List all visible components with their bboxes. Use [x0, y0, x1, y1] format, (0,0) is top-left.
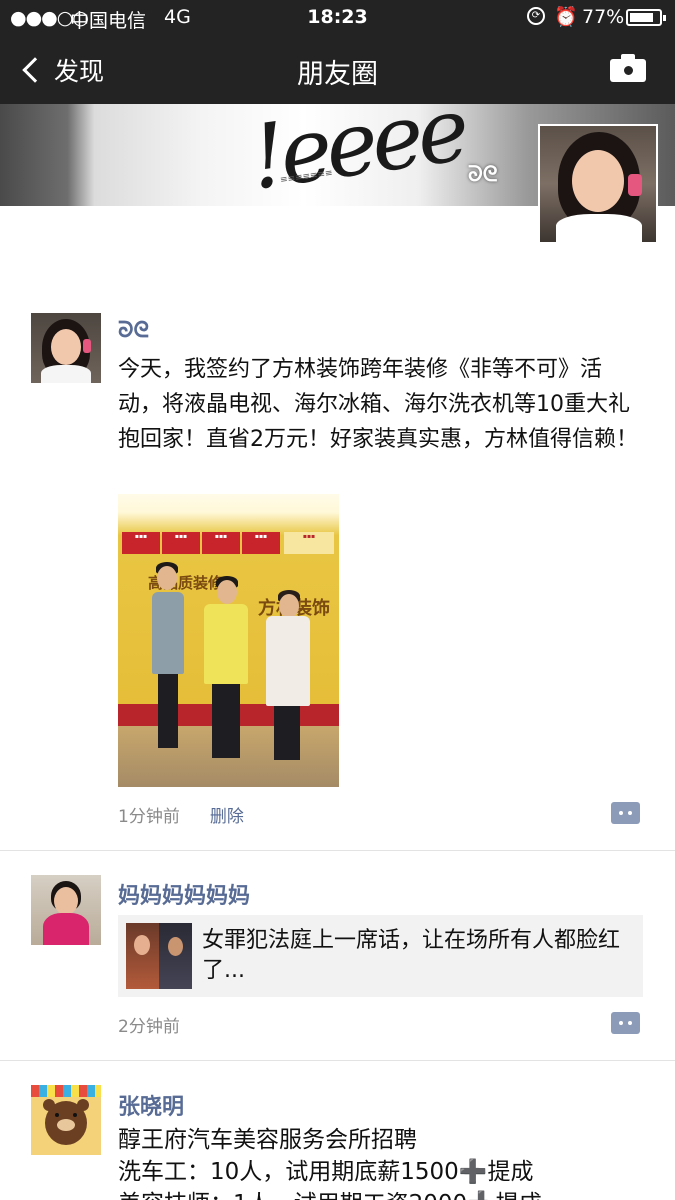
post-text-line: 美容技师：1人，试用期工资2000➕提成 [118, 1188, 638, 1200]
link-thumbnail [126, 923, 192, 989]
battery-icon [626, 9, 666, 26]
comment-icon[interactable] [611, 1012, 640, 1034]
post-meta: 1分钟前 删除 [118, 802, 244, 827]
post-text-line: 醇王府汽车美容服务会所招聘 [118, 1127, 417, 1153]
avatar[interactable] [31, 875, 101, 945]
rotation-lock-icon: ⟳ [527, 7, 545, 25]
top-bar: ●●●○○ 中国电信 4G 18:23 ⟳ ⏰ 77% 发现 朋友圈 [0, 0, 675, 104]
shared-link-card[interactable]: 女罪犯法庭上一席话，让在场所有人都脸红了... [118, 915, 643, 997]
post-author-name[interactable]: 妈妈妈妈妈妈 [118, 878, 250, 910]
cover-shirt-text: !eeee [243, 104, 470, 206]
post-author-name[interactable]: ᘐᘓ [118, 318, 149, 343]
camera-icon[interactable] [610, 54, 646, 82]
status-bar: ●●●○○ 中国电信 4G 18:23 ⟳ ⏰ 77% [0, 0, 675, 34]
nav-bar: 发现 朋友圈 [0, 34, 675, 104]
profile-avatar[interactable] [538, 124, 658, 244]
post-time: 1分钟前 [118, 807, 180, 827]
battery-percent: 77% [582, 6, 625, 28]
alarm-icon: ⏰ [554, 6, 578, 28]
page-title: 朋友圈 [297, 59, 378, 90]
post-text-block: 醇王府汽车美容服务会所招聘 洗车工：10人，试用期底薪1500➕提成 美容技师：… [118, 1124, 638, 1200]
delete-link[interactable]: 删除 [210, 807, 244, 827]
post-divider [0, 1060, 675, 1061]
post-text-line: 洗车工：10人，试用期底薪1500➕提成 [118, 1159, 534, 1185]
cover-owner-name: ᘐᘓ [468, 162, 498, 186]
post-photo[interactable]: ▪▪▪ ▪▪▪ ▪▪▪ ▪▪▪ ▪▪▪ 高品质装修 方林装饰 [118, 494, 339, 787]
link-title: 女罪犯法庭上一席话，让在场所有人都脸红了... [202, 928, 621, 983]
comment-icon[interactable] [611, 802, 640, 824]
post-text: 今天，我签约了方林装饰跨年装修《非等不可》活动，将液晶电视、海尔冰箱、海尔洗衣机… [118, 357, 638, 452]
post-divider [0, 850, 675, 851]
post-time: 2分钟前 [118, 1017, 180, 1037]
post-author-name[interactable]: 张晓明 [118, 1089, 184, 1121]
avatar[interactable] [31, 1085, 101, 1155]
avatar[interactable] [31, 313, 101, 383]
